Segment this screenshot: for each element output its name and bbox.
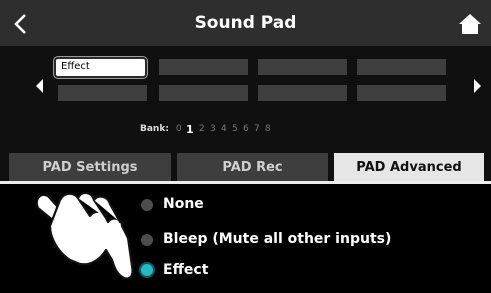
option-effect-label[interactable]: Effect bbox=[163, 262, 208, 278]
pad-page-right-button[interactable] bbox=[470, 75, 486, 97]
pad-5[interactable] bbox=[58, 85, 147, 101]
pad-page-left-button[interactable] bbox=[32, 75, 48, 97]
pad-8[interactable] bbox=[357, 85, 446, 101]
sound-pad-screen: Sound Pad Effect Bank: 0 1 2 3 4 5 6 7 8… bbox=[0, 0, 491, 293]
bank-2[interactable]: 2 bbox=[199, 124, 205, 134]
pad-1-label: Effect bbox=[61, 61, 90, 72]
pointing-hand-icon bbox=[35, 191, 134, 280]
bank-5[interactable]: 5 bbox=[232, 124, 238, 134]
pad-3[interactable] bbox=[258, 59, 347, 75]
bank-6[interactable]: 6 bbox=[243, 124, 249, 134]
bank-8[interactable]: 8 bbox=[265, 124, 271, 134]
pad-2[interactable] bbox=[159, 59, 248, 75]
triangle-right-icon bbox=[474, 79, 481, 93]
bank-0[interactable]: 0 bbox=[176, 124, 182, 134]
page-title: Sound Pad bbox=[194, 13, 297, 33]
bank-1[interactable]: 1 bbox=[186, 123, 194, 136]
tab-pad-advanced[interactable]: PAD Advanced bbox=[334, 153, 484, 182]
triangle-left-icon bbox=[36, 79, 43, 93]
pad-4[interactable] bbox=[357, 59, 446, 75]
header-bar: Sound Pad bbox=[0, 0, 491, 46]
pad-1[interactable]: Effect bbox=[53, 56, 148, 79]
option-bleep-label[interactable]: Bleep (Mute all other inputs) bbox=[163, 231, 391, 247]
pad-area: Effect Bank: 0 1 2 3 4 5 6 7 8 PAD Setti… bbox=[0, 46, 491, 184]
bank-7[interactable]: 7 bbox=[254, 124, 260, 134]
bank-3[interactable]: 3 bbox=[210, 124, 216, 134]
bank-4[interactable]: 4 bbox=[221, 124, 227, 134]
home-icon bbox=[459, 14, 481, 34]
bank-label: Bank: bbox=[140, 124, 169, 134]
bank-selector: Bank: 0 1 2 3 4 5 6 7 8 bbox=[0, 123, 491, 138]
tab-pad-settings[interactable]: PAD Settings bbox=[9, 153, 171, 182]
pad-7[interactable] bbox=[258, 85, 347, 101]
home-button[interactable] bbox=[458, 13, 482, 35]
pad-6[interactable] bbox=[159, 85, 248, 101]
tab-pad-rec[interactable]: PAD Rec bbox=[177, 153, 328, 182]
option-none-label[interactable]: None bbox=[163, 196, 204, 212]
